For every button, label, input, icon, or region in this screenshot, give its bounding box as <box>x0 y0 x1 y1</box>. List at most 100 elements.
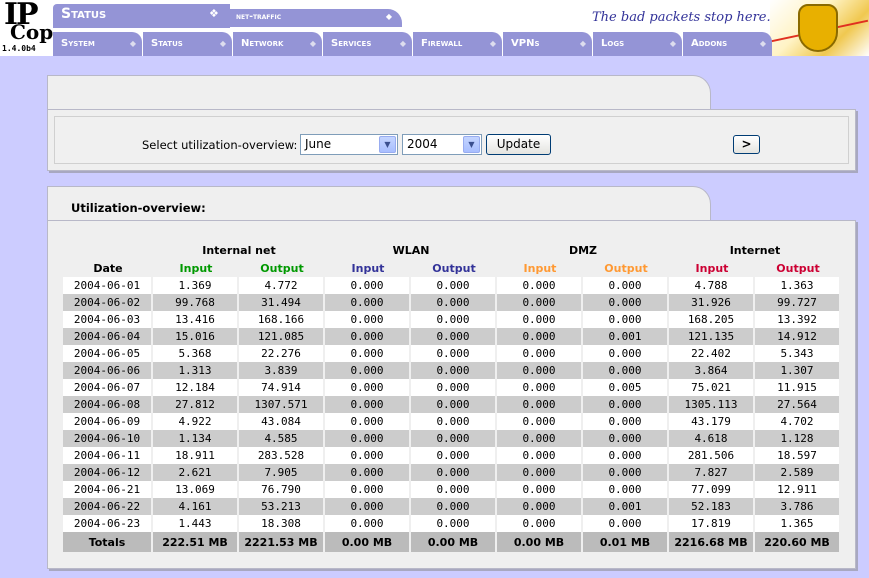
value-cell: 1.365 <box>755 515 841 532</box>
diamond-icon: ◆ <box>579 39 586 48</box>
value-cell: 13.069 <box>153 481 239 498</box>
table-row: 2004-06-23 1.443 18.308 0.000 0.000 0.000 0.00… <box>63 515 841 532</box>
value-cell: 0.000 <box>325 413 411 430</box>
table-body: 2004-06-01 1.369 4.772 0.000 0.000 0.000 0.000… <box>63 277 841 532</box>
version-label: 1.4.0b4 <box>2 44 36 53</box>
value-cell: 99.768 <box>153 294 239 311</box>
value-cell: 31.494 <box>239 294 325 311</box>
mascot-image <box>770 0 869 56</box>
value-cell: 0.000 <box>411 379 497 396</box>
value-cell: 121.135 <box>669 328 755 345</box>
value-cell: 0.001 <box>583 498 669 515</box>
value-cell: 1.443 <box>153 515 239 532</box>
date-cell: 2004-06-23 <box>63 515 153 532</box>
value-cell: 12.184 <box>153 379 239 396</box>
value-cell: 22.402 <box>669 345 755 362</box>
value-cell: 0.000 <box>411 328 497 345</box>
total-cell: 0.00 MB <box>497 532 583 552</box>
select-overview-label: Select utilization-overview: <box>142 138 298 152</box>
table-row: 2004-06-03 13.416 168.166 0.000 0.000 0.000 0.… <box>63 311 841 328</box>
wlan-output-header: Output <box>432 261 476 275</box>
selector-box-tab <box>47 75 711 109</box>
value-cell: 74.914 <box>239 379 325 396</box>
value-cell: 4.772 <box>239 277 325 294</box>
value-cell: 0.000 <box>583 430 669 447</box>
value-cell: 0.000 <box>497 396 583 413</box>
ipcop-logo: IP Cop 1.4.0b4 <box>0 0 54 56</box>
table-row: 2004-06-22 4.161 53.213 0.000 0.000 0.000 0.00… <box>63 498 841 515</box>
date-cell: 2004-06-07 <box>63 379 153 396</box>
value-cell: 13.416 <box>153 311 239 328</box>
dmz-input-header: Input <box>523 261 557 275</box>
nav-label: Network <box>241 38 284 49</box>
nav-label: Logs <box>601 38 625 49</box>
section-title: Status <box>53 4 230 28</box>
value-cell: 283.528 <box>239 447 325 464</box>
value-cell: 0.000 <box>325 515 411 532</box>
year-value: 2004 <box>407 137 438 151</box>
value-cell: 0.000 <box>325 362 411 379</box>
value-cell: 0.000 <box>411 311 497 328</box>
totals-label: Totals <box>63 532 153 552</box>
nav-network[interactable]: Network ◆ <box>233 32 322 56</box>
nav-status[interactable]: Status ◆ <box>143 32 232 56</box>
value-cell: 22.276 <box>239 345 325 362</box>
value-cell: 31.926 <box>669 294 755 311</box>
nav-logs[interactable]: Logs ◆ <box>593 32 682 56</box>
month-value: June <box>305 137 332 151</box>
value-cell: 0.000 <box>325 328 411 345</box>
value-cell: 0.000 <box>411 515 497 532</box>
logo-cop: Cop <box>10 20 54 44</box>
section-arrows-icon: ❖ <box>209 7 219 20</box>
date-cell: 2004-06-05 <box>63 345 153 362</box>
next-month-button[interactable]: > <box>733 135 760 154</box>
value-cell: 12.911 <box>755 481 841 498</box>
nav-system[interactable]: System ◆ <box>53 32 142 56</box>
value-cell: 1.369 <box>153 277 239 294</box>
value-cell: 0.000 <box>411 481 497 498</box>
value-cell: 18.597 <box>755 447 841 464</box>
value-cell: 2.589 <box>755 464 841 481</box>
value-cell: 0.000 <box>325 481 411 498</box>
value-cell: 43.179 <box>669 413 755 430</box>
value-cell: 0.000 <box>583 294 669 311</box>
value-cell: 0.000 <box>325 430 411 447</box>
nav-services[interactable]: Services ◆ <box>323 32 412 56</box>
value-cell: 0.000 <box>583 396 669 413</box>
nav-vpns[interactable]: VPNs ◆ <box>503 32 592 56</box>
value-cell: 0.000 <box>497 515 583 532</box>
chevron-down-icon[interactable]: ▼ <box>379 136 396 153</box>
value-cell: 0.000 <box>497 311 583 328</box>
diamond-icon: ◆ <box>129 39 136 48</box>
chevron-down-icon[interactable]: ▼ <box>463 136 480 153</box>
month-select[interactable]: June ▼ <box>300 134 398 155</box>
value-cell: 168.205 <box>669 311 755 328</box>
value-cell: 0.000 <box>497 379 583 396</box>
value-cell: 1.313 <box>153 362 239 379</box>
value-cell: 0.000 <box>497 277 583 294</box>
update-button[interactable]: Update <box>486 134 551 155</box>
date-cell: 2004-06-09 <box>63 413 153 430</box>
value-cell: 3.786 <box>755 498 841 515</box>
sub-header-row: Date Input Output Input Output Input Out… <box>63 259 841 277</box>
nav-label: Status <box>151 38 183 49</box>
subtab-net-traffic[interactable]: net-traffic ◆ <box>230 9 402 27</box>
value-cell: 0.000 <box>325 498 411 515</box>
value-cell: 0.000 <box>325 311 411 328</box>
internet-output-header: Output <box>776 261 820 275</box>
nav-addons[interactable]: Addons ◆ <box>683 32 772 56</box>
value-cell: 0.000 <box>583 311 669 328</box>
value-cell: 0.000 <box>497 498 583 515</box>
group-dmz: DMZ <box>568 243 598 257</box>
value-cell: 0.000 <box>583 345 669 362</box>
table-row: 2004-06-10 1.134 4.585 0.000 0.000 0.000 0.000… <box>63 430 841 447</box>
tagline: The bad packets stop here. <box>592 10 771 25</box>
value-cell: 3.864 <box>669 362 755 379</box>
value-cell: 13.392 <box>755 311 841 328</box>
value-cell: 76.790 <box>239 481 325 498</box>
nav-firewall[interactable]: Firewall ◆ <box>413 32 502 56</box>
value-cell: 27.812 <box>153 396 239 413</box>
year-select[interactable]: 2004 ▼ <box>402 134 482 155</box>
value-cell: 168.166 <box>239 311 325 328</box>
table-row: 2004-06-08 27.812 1307.571 0.000 0.000 0.000 0… <box>63 396 841 413</box>
